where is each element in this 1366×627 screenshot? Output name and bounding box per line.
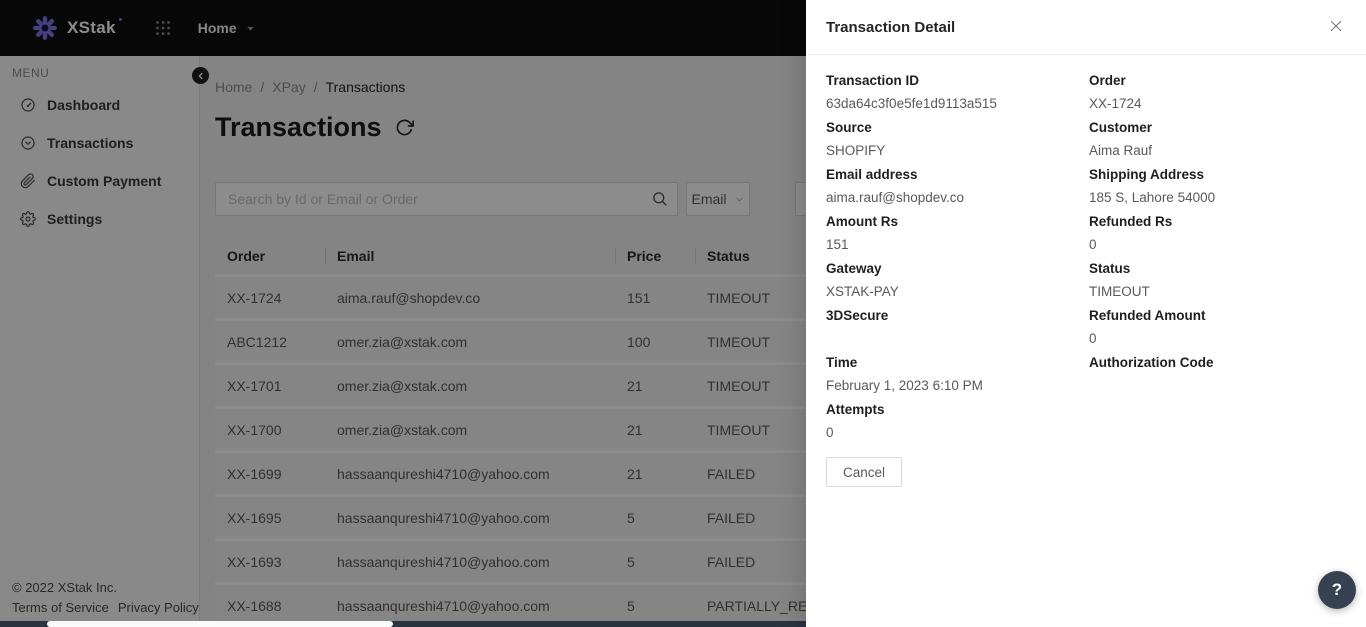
field-label: Attempts <box>826 402 885 417</box>
field-label: Source <box>826 120 872 135</box>
detail-field: Source SHOPIFY <box>826 118 1089 161</box>
field-label: Transaction ID <box>826 73 920 88</box>
detail-field: Refunded Amount 0 <box>1089 306 1346 349</box>
field-label: Email address <box>826 167 918 182</box>
help-button[interactable]: ? <box>1318 571 1356 609</box>
field-value: XSTAK-PAY <box>826 284 899 299</box>
field-label: Time <box>826 355 858 370</box>
field-label: Refunded Amount <box>1089 308 1206 323</box>
drawer-fields: Transaction ID 63da64c3f0e5fe1d9113a515 Or… <box>826 71 1346 447</box>
field-value: SHOPIFY <box>826 143 886 158</box>
field-value: 63da64c3f0e5fe1d9113a515 <box>826 96 997 111</box>
field-value: 0 <box>826 425 834 440</box>
detail-field: Order XX-1724 <box>1089 71 1346 114</box>
field-value: aima.rauf@shopdev.co <box>826 190 965 205</box>
field-label: Status <box>1089 261 1131 276</box>
field-value: TIMEOUT <box>1089 284 1150 299</box>
detail-field: Customer Aima Rauf <box>1089 118 1346 161</box>
field-label: 3DSecure <box>826 308 889 323</box>
drawer-close-button[interactable] <box>1326 16 1346 36</box>
field-value: February 1, 2023 6:10 PM <box>826 378 983 393</box>
cancel-button[interactable]: Cancel <box>826 457 903 487</box>
field-value: 0 <box>1089 331 1097 346</box>
field-value <box>826 329 1089 349</box>
field-value: XX-1724 <box>1089 96 1142 111</box>
detail-field: Status TIMEOUT <box>1089 259 1346 302</box>
field-label: Authorization Code <box>1089 355 1214 370</box>
drawer-header: Transaction Detail <box>806 0 1366 55</box>
field-label: Amount Rs <box>826 214 898 229</box>
detail-field: Refunded Rs 0 <box>1089 212 1346 255</box>
detail-field: Amount Rs 151 <box>826 212 1089 255</box>
field-label: Gateway <box>826 261 882 276</box>
horizontal-scrollbar <box>0 621 806 627</box>
field-value: 151 <box>826 237 849 252</box>
field-value: 0 <box>1089 237 1097 252</box>
question-mark-icon: ? <box>1331 580 1343 599</box>
field-value: Aima Rauf <box>1089 143 1153 158</box>
drawer-mask[interactable] <box>0 0 806 627</box>
field-label: Customer <box>1089 120 1153 135</box>
field-label: Order <box>1089 73 1126 88</box>
detail-field: Time February 1, 2023 6:10 PM <box>826 353 1089 396</box>
detail-field: 3DSecure <box>826 306 1089 349</box>
detail-field: Attempts 0 <box>826 400 1089 443</box>
horizontal-scrollbar-thumb[interactable] <box>47 621 393 627</box>
close-icon <box>1328 18 1344 34</box>
field-label: Refunded Rs <box>1089 214 1173 229</box>
drawer-title: Transaction Detail <box>826 18 956 36</box>
detail-field: Email address aima.rauf@shopdev.co <box>826 165 1089 208</box>
app-root: XStak Home MENU Dashboard Transactions Cus… <box>0 0 1366 627</box>
field-value: 185 S, Lahore 54000 <box>1089 190 1216 205</box>
field-label: Shipping Address <box>1089 167 1205 182</box>
detail-field: Gateway XSTAK-PAY <box>826 259 1089 302</box>
drawer-body: Transaction ID 63da64c3f0e5fe1d9113a515 Or… <box>806 55 1366 503</box>
detail-field: Shipping Address 185 S, Lahore 54000 <box>1089 165 1346 208</box>
detail-field: Transaction ID 63da64c3f0e5fe1d9113a515 <box>826 71 1089 114</box>
detail-field: Authorization Code <box>1089 353 1346 396</box>
field-value <box>1089 376 1346 396</box>
transaction-detail-drawer: Transaction Detail Transaction ID 63da64c… <box>806 0 1366 627</box>
